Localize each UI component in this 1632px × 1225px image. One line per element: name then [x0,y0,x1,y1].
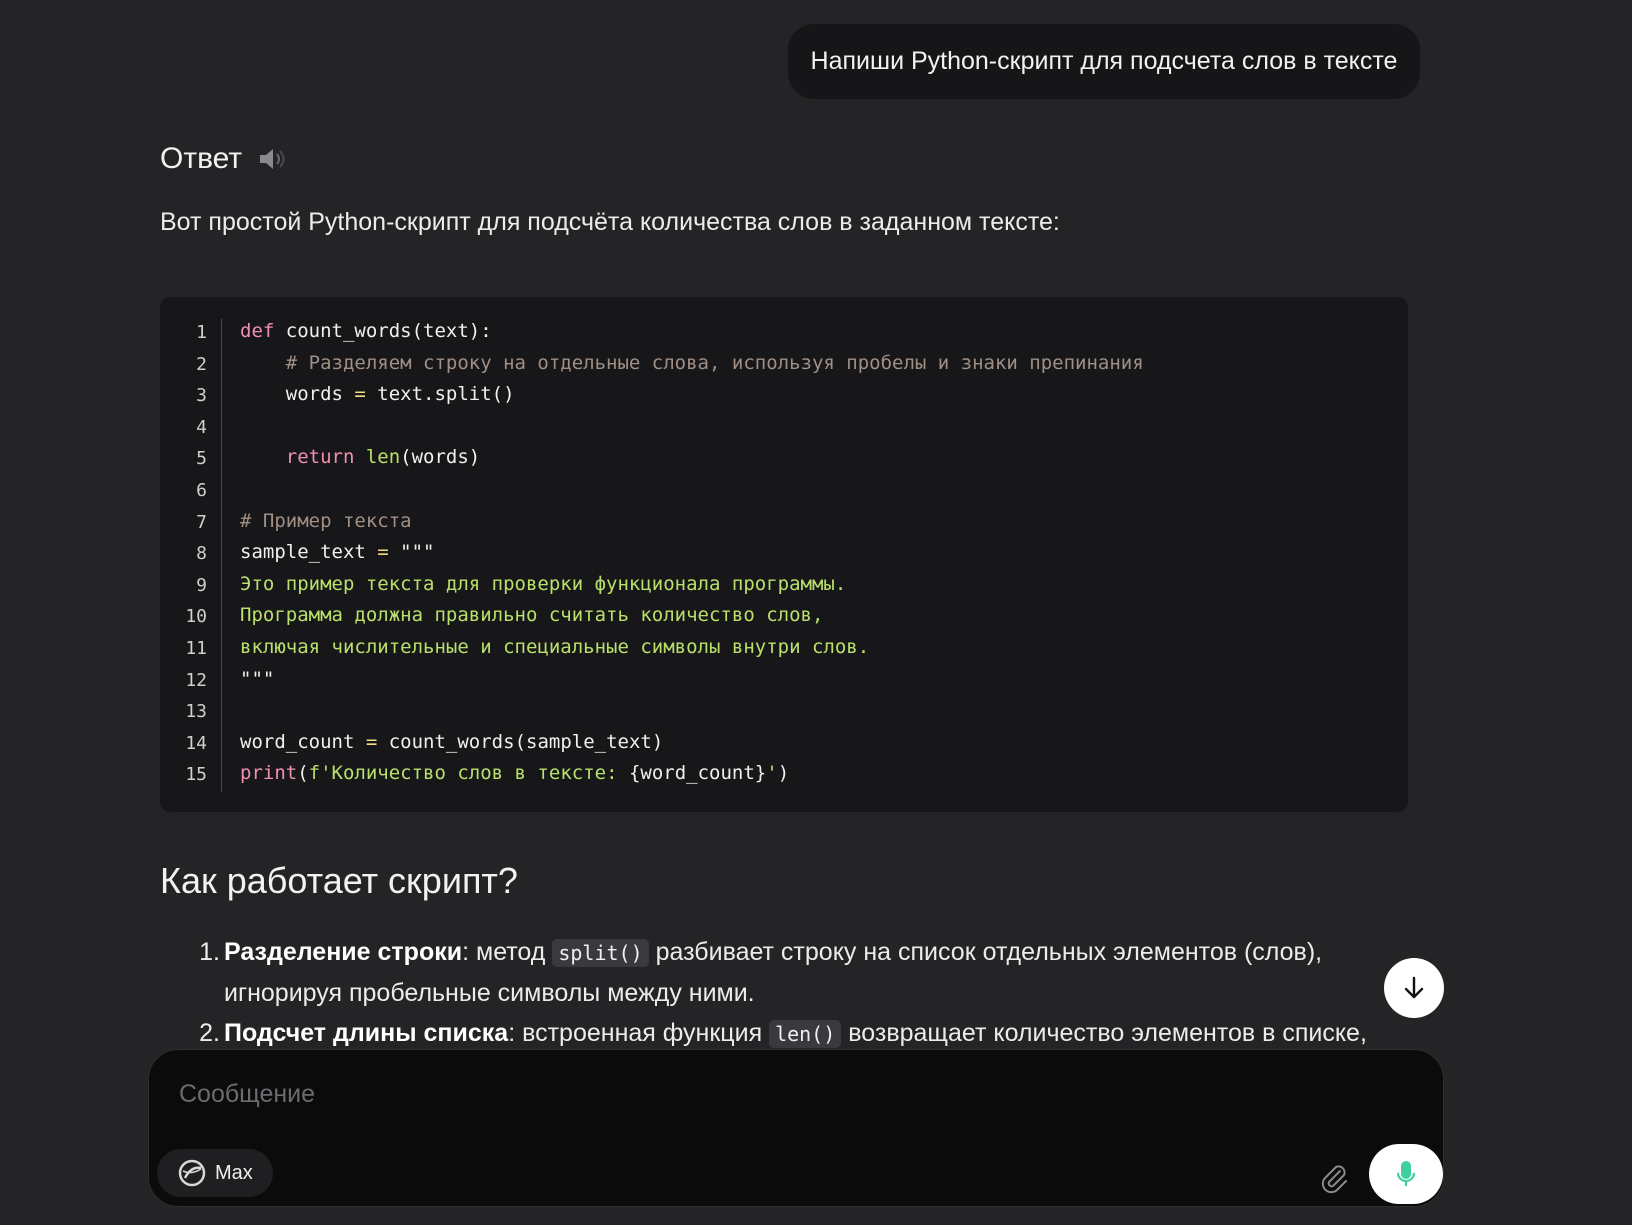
gutter-divider [221,319,222,792]
code-line-11: включая числительные и специальные симво… [240,632,1398,664]
code-lines[interactable]: def count_words(text): # Разделяем строк… [240,316,1398,790]
code-line-1: def count_words(text): [240,316,1398,348]
comment: # Разделяем строку на отдельные слова, и… [240,351,1144,374]
line-number: 1 [196,322,207,343]
code-text: count_words(text): [274,320,492,342]
string-literal: f'Количество слов в тексте: [308,762,629,785]
operator: = [377,541,389,564]
section-heading: Как работает скрипт? [160,860,518,901]
code-line-2: # Разделяем строку на отдельные слова, и… [240,348,1398,380]
line-number: 7 [196,511,207,533]
code-text: ( [297,762,309,785]
code-text: count_words(sample_text) [377,730,664,753]
string-literal: ' [766,762,778,785]
arrow-down-icon [1404,976,1424,999]
list-item: 2. Подсчет длины списка: встроенная функ… [160,1013,1390,1054]
scroll-down-button[interactable] [1384,958,1444,1018]
inline-code: split() [552,939,649,967]
builtin: len [354,446,401,469]
voice-input-button[interactable] [1369,1144,1443,1204]
model-label: Max [215,1161,253,1184]
comment: # Пример текста [240,509,412,532]
list-item-body: Подсчет длины списка: встроенная функция… [220,1013,1367,1054]
gigachat-logo-icon [178,1159,206,1187]
message-composer: Max [148,1049,1444,1207]
list-item: 1. Разделение строки: метод split() разб… [160,932,1390,1013]
list-item-number: 1. [199,938,220,966]
steps-list: 1. Разделение строки: метод split() разб… [160,932,1390,1054]
code-line-12: """ [240,664,1398,696]
line-number: 13 [185,701,207,723]
model-selector[interactable]: Max [157,1149,273,1197]
code-line-3: words = text.split() [240,379,1398,411]
line-number: 9 [196,574,207,596]
list-item-body: Разделение строки: метод split() разбива… [220,932,1390,1013]
speaker-icon[interactable] [256,143,288,175]
line-number: 11 [185,637,207,659]
code-line-10: Программа должна правильно считать колич… [240,600,1398,632]
line-numbers: 1 2 3 4 5 6 7 8 9 10 11 12 13 14 15 [160,317,222,791]
list-item-text: : метод [462,938,553,966]
line-number: 4 [196,416,207,438]
operator: = [365,730,378,753]
paperclip-icon [1321,1165,1347,1194]
list-item-bold: Разделение строки [224,938,463,966]
code-text: ) [777,762,790,785]
string-literal: Это пример текста для проверки функциона… [240,572,847,595]
line-number: 8 [196,543,207,565]
code-text: text.split() [365,383,515,406]
code-text: """ [240,667,275,690]
microphone-icon [1396,1161,1416,1186]
list-item-text: : встроенная функция [508,1019,770,1047]
code-line-8: sample_text = """ [240,537,1398,569]
user-message-text: Напиши Python-скрипт для подсчета слов в… [810,47,1398,75]
keyword: def [240,320,275,342]
code-text: {word_count} [628,762,767,785]
list-item-bold: Подсчет длины списка [224,1019,509,1047]
code-line-5: return len(words) [240,442,1398,474]
message-input[interactable] [177,1070,1181,1118]
code-text: words [240,383,355,406]
answer-header: Ответ [160,142,288,176]
list-item-number: 2. [199,1019,220,1047]
code-line-9: Это пример текста для проверки функциона… [240,569,1398,601]
line-number: 6 [196,479,207,501]
code-line-15: print(f'Количество слов в тексте: {word_… [240,758,1398,790]
operator: = [354,383,366,406]
keyword: return [240,446,355,469]
line-number: 10 [185,606,207,628]
answer-title: Ответ [160,142,243,175]
user-message-bubble: Напиши Python-скрипт для подсчета слов в… [788,24,1420,99]
answer-intro: Вот простой Python-скрипт для подсчёта к… [160,208,1060,236]
string-literal: включая числительные и специальные симво… [240,635,870,658]
code-line-7: # Пример текста [240,506,1398,538]
attach-button[interactable] [1314,1158,1354,1198]
line-number: 14 [185,732,207,754]
code-block: 1 2 3 4 5 6 7 8 9 10 11 12 13 14 15 def … [160,297,1408,812]
line-number: 12 [185,669,207,691]
code-line-14: word_count = count_words(sample_text) [240,727,1398,759]
line-number: 3 [196,385,207,407]
string-literal: Программа должна правильно считать колич… [240,604,824,627]
keyword: print [240,762,298,785]
code-text: word_count [240,730,366,753]
code-text: (words) [400,446,481,469]
line-number: 15 [185,764,207,786]
code-text: sample_text [240,541,378,564]
line-number: 5 [196,448,207,470]
list-item-text: возвращает количество элементов в списке… [841,1019,1367,1047]
code-text: """ [388,541,435,564]
inline-code: len() [769,1020,842,1048]
line-number: 2 [196,353,207,375]
